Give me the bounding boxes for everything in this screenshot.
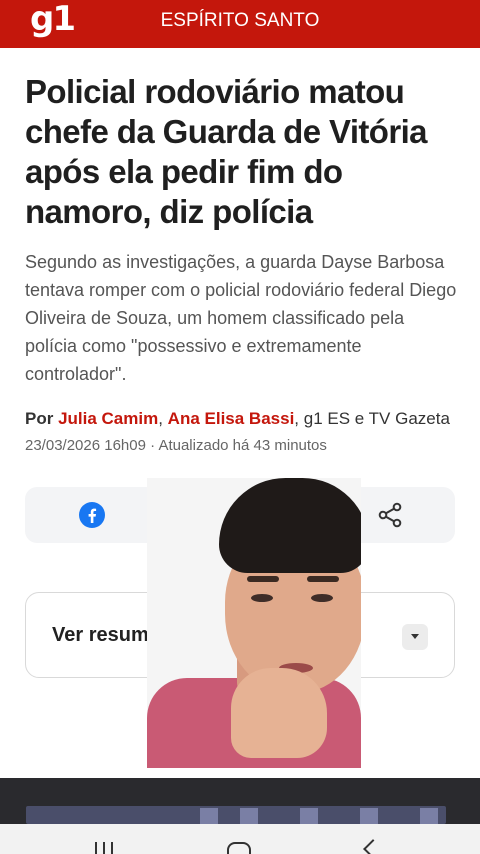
- overlay-eye-right: [311, 594, 333, 602]
- author-link-julia-camim[interactable]: Julia Camim: [58, 409, 158, 428]
- video-thumbnail: [26, 806, 446, 824]
- webcam-overlay-person: [147, 478, 361, 768]
- chevron-down-icon: [402, 624, 428, 650]
- facebook-icon: [78, 502, 105, 528]
- overlay-eye-left: [251, 594, 273, 602]
- ver-resumo-label: Ver resumo: [52, 624, 161, 646]
- video-thumbnail-strip[interactable]: [0, 778, 480, 824]
- video-thumb-item: [420, 808, 438, 824]
- video-thumb-item: [200, 808, 218, 824]
- article-summary: Segundo as investigações, a guarda Dayse…: [25, 252, 457, 384]
- article: Policial rodoviário matou chefe da Guard…: [25, 72, 460, 456]
- back-icon[interactable]: [363, 839, 383, 854]
- overlay-hand: [231, 668, 327, 758]
- video-thumb-item: [240, 808, 258, 824]
- article-dateline: 23/03/2026 16h09 · Atualizado há 43 minu…: [25, 437, 327, 454]
- article-headline: Policial rodoviário matou chefe da Guard…: [25, 73, 428, 230]
- share-icon[interactable]: [377, 502, 403, 528]
- byline-separator: ,: [158, 409, 168, 428]
- byline-suffix: , g1 ES e TV Gazeta: [294, 409, 450, 428]
- top-bar: g1 ESPÍRITO SANTO: [0, 0, 480, 48]
- overlay-brow-left: [247, 576, 279, 582]
- overlay-brow-right: [307, 576, 339, 582]
- byline: Por Julia Camim, Ana Elisa Bassi, g1 ES …: [25, 408, 460, 430]
- recent-apps-icon[interactable]: [95, 842, 113, 854]
- video-thumb-item: [360, 808, 378, 824]
- byline-prefix: Por: [25, 409, 59, 428]
- system-nav-bar: [0, 824, 480, 854]
- home-icon[interactable]: [227, 842, 251, 854]
- video-thumb-item: [300, 808, 318, 824]
- author-link-ana-elisa-bassi[interactable]: Ana Elisa Bassi: [168, 409, 295, 428]
- facebook-share-button[interactable]: [25, 487, 158, 543]
- section-title[interactable]: ESPÍRITO SANTO: [0, 10, 480, 32]
